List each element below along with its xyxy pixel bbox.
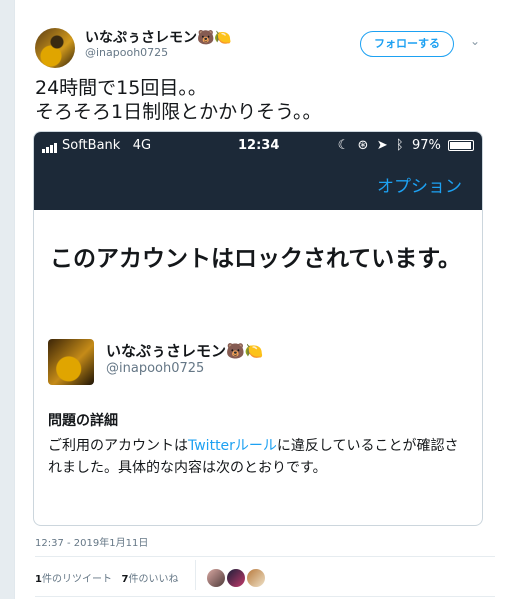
battery-icon [448,140,474,151]
carrier-info: SoftBank 4G [42,138,151,153]
tweet-card: いなぷぅさレモン🐻🍋 @inapooh0725 フォローする ⌄ 24時間で15… [14,0,513,599]
lock-title: このアカウントはロックされています。 [50,246,462,272]
tweet-text: 24時間で15回目。。 そろそろ1日制限とかかりそう。。 [35,76,495,124]
status-time: 12:34 [238,138,280,153]
liker-avatar[interactable] [247,568,265,587]
account-avatar [48,339,94,385]
chevron-down-icon[interactable]: ⌄ [470,34,484,48]
attached-screenshot[interactable]: SoftBank 4G 12:34 ☾ ⊛ ➤ ᛒ 97% オプション このアカ… [33,131,483,526]
lock-rotation-icon: ⊛ [357,138,369,153]
author-handle[interactable]: @inapooh0725 [85,46,168,59]
author-avatar[interactable] [35,28,75,68]
liker-avatar[interactable] [207,568,225,587]
status-icons: ☾ ⊛ ➤ ᛒ 97% [338,138,474,153]
location-icon: ➤ [376,138,388,153]
tweet-text-line: そろそろ1日制限とかかりそう。。 [35,101,322,123]
bluetooth-icon: ᛒ [395,138,404,153]
liker-avatars [207,567,267,587]
options-link[interactable]: オプション [377,172,462,197]
tweet-text-line: 24時間で15回目。。 [35,77,207,99]
tweet-stats: 1件のリツイート 7件のいいね [35,570,178,585]
signal-icon [42,138,58,153]
divider [35,596,495,597]
status-bar: SoftBank 4G 12:34 ☾ ⊛ ➤ ᛒ 97% [42,138,474,156]
account-name: いなぷぅさレモン🐻🍋 [106,342,264,360]
divider [35,556,495,557]
network-type: 4G [132,138,152,153]
carrier-name: SoftBank [62,138,121,153]
account-handle: @inapooh0725 [106,361,205,376]
follow-button[interactable]: フォローする [360,31,454,57]
battery-percent: 97% [411,138,441,153]
likes-label[interactable]: 件のいいね [128,574,178,585]
author-name[interactable]: いなぷぅさレモン🐻🍋 [85,27,232,47]
stats-divider [195,560,196,590]
retweets-count[interactable]: 1 [35,574,42,585]
details-text: ご利用のアカウントはTwitterルールに違反していることが確認されました。具体… [48,435,468,479]
tweet-timestamp[interactable]: 12:37 - 2019年1月11日 [35,534,148,549]
details-heading: 問題の詳細 [48,413,118,429]
moon-icon: ☾ [337,138,350,153]
details-text-pre: ご利用のアカウントは [48,438,188,454]
liker-avatar[interactable] [227,568,245,587]
retweets-label[interactable]: 件のリツイート [42,574,112,585]
twitter-rules-link[interactable]: Twitterルール [188,438,277,454]
ios-navigation-bar: SoftBank 4G 12:34 ☾ ⊛ ➤ ᛒ 97% オプション [34,132,482,210]
